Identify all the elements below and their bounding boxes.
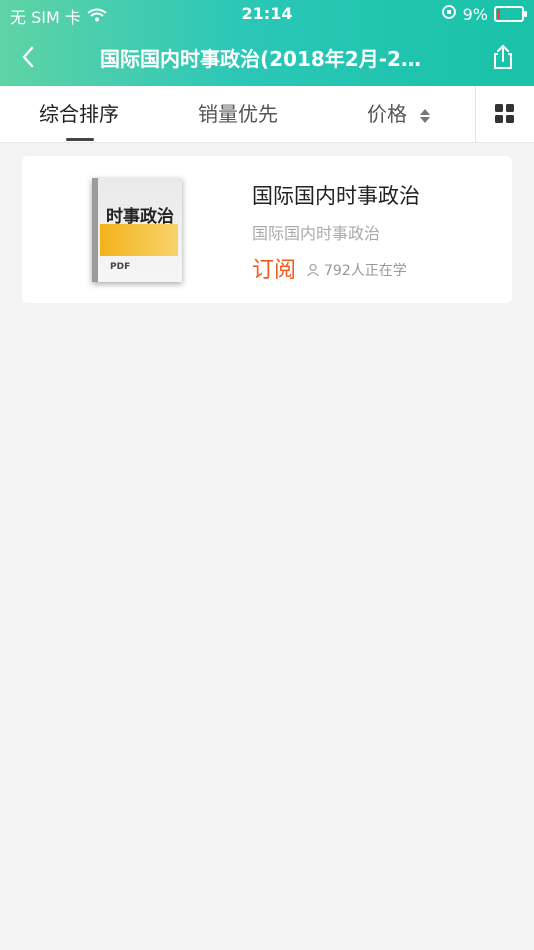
rotation-lock-icon (441, 4, 457, 24)
battery-percent: 9% (462, 4, 488, 24)
cover-map-band (100, 224, 178, 256)
grid-view-icon (495, 104, 514, 123)
layout-toggle-button[interactable] (475, 86, 534, 142)
share-button[interactable] (488, 42, 518, 72)
people-icon (307, 263, 319, 277)
header: 无 SIM 卡 21:14 9% 国际国内时事政治(2018年2月-20... (0, 0, 534, 86)
learner-count: 792人正在学 (306, 260, 407, 280)
status-bar: 无 SIM 卡 21:14 9% (0, 0, 534, 28)
sort-tabs: 综合排序 销量优先 价格 (0, 86, 534, 143)
tab-comprehensive[interactable]: 综合排序 (39, 86, 119, 142)
tab-label: 综合排序 (39, 102, 119, 126)
tab-label: 价格 (367, 102, 407, 126)
product-card[interactable]: 时事政治 PDF 国际国内时事政治 国际国内时事政治 订阅 792人正在学 (22, 156, 512, 303)
tab-label: 销量优先 (198, 102, 278, 126)
product-subtitle: 国际国内时事政治 (252, 224, 381, 243)
chevron-left-icon (22, 46, 34, 68)
product-cover-image: 时事政治 PDF (92, 178, 182, 282)
subscribe-button[interactable]: 订阅 (252, 252, 296, 284)
page-title: 国际国内时事政治(2018年2月-20... (100, 47, 434, 71)
share-icon (494, 44, 512, 69)
cover-pdf-label: PDF (110, 262, 131, 272)
battery-icon (494, 6, 527, 22)
back-button[interactable] (14, 42, 44, 72)
nav-bar: 国际国内时事政治(2018年2月-20... (0, 28, 534, 86)
sort-icon (420, 108, 431, 123)
product-name: 国际国内时事政治 (252, 184, 420, 208)
active-tab-indicator (66, 138, 94, 141)
tab-price[interactable]: 价格 (367, 86, 431, 142)
tab-sales[interactable]: 销量优先 (198, 86, 278, 142)
learner-count-text: 792人正在学 (324, 263, 407, 279)
